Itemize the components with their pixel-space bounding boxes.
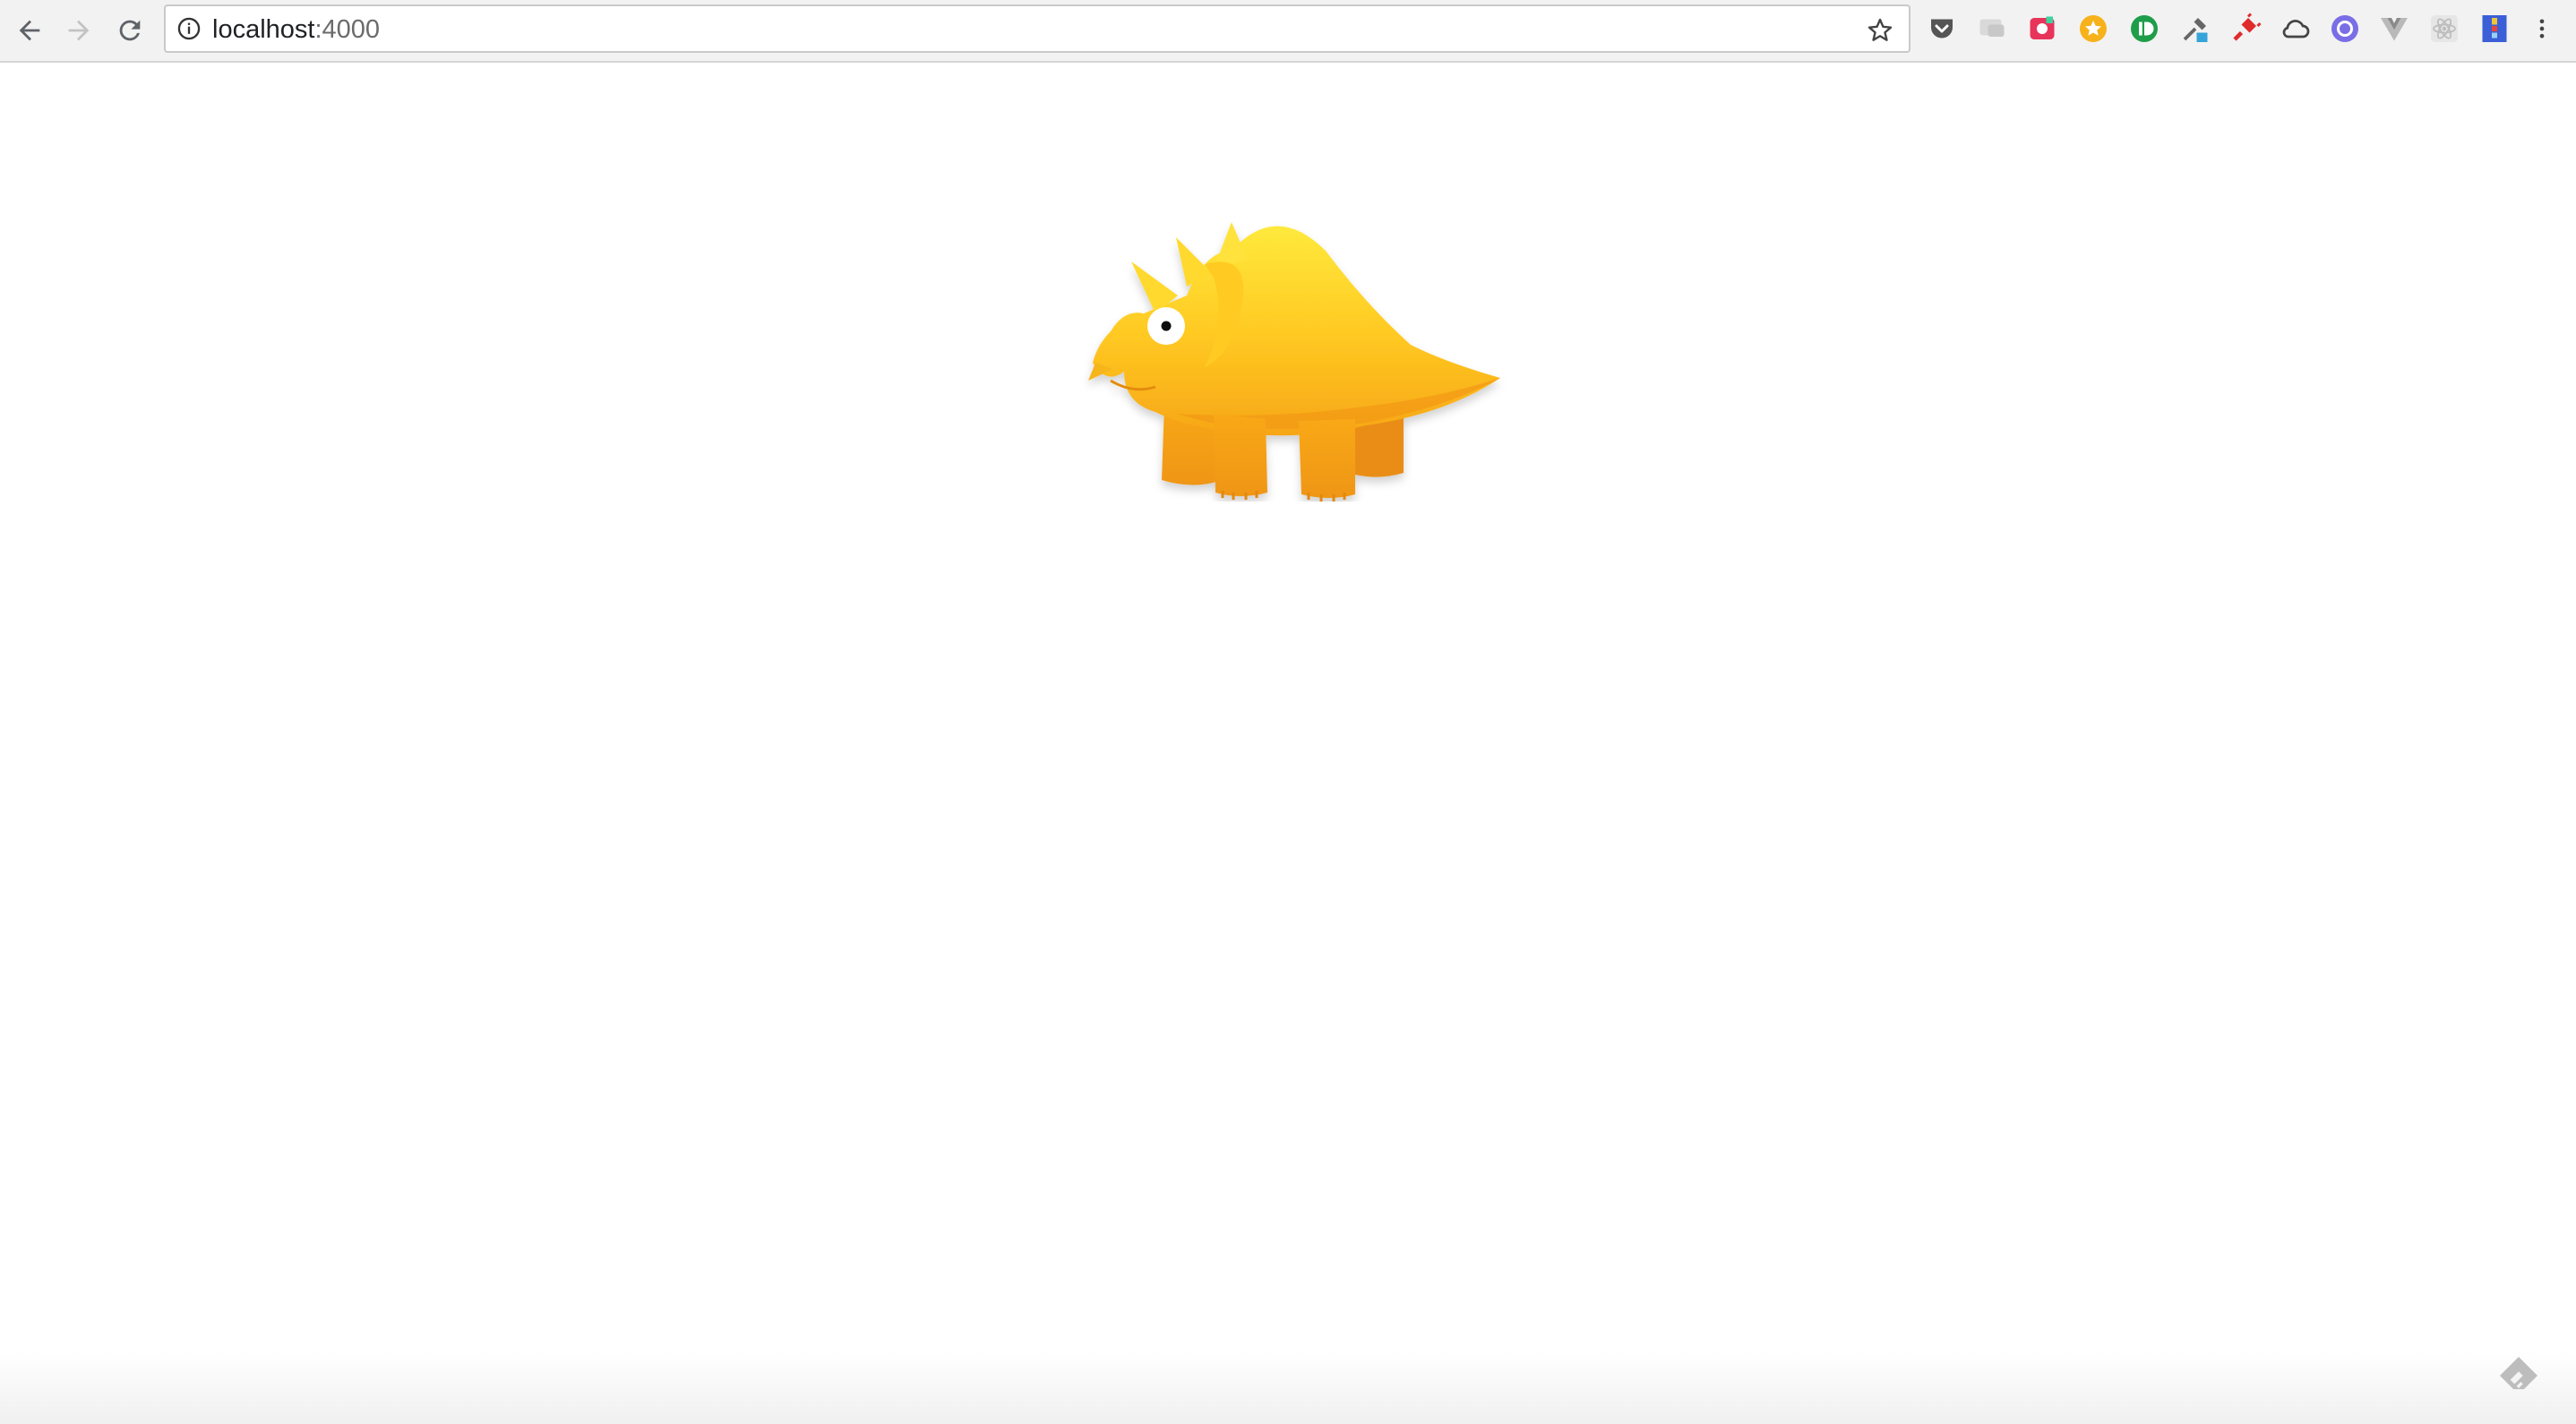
back-button[interactable] bbox=[8, 9, 51, 52]
forward-button[interactable] bbox=[57, 9, 100, 52]
red-square-icon[interactable] bbox=[2026, 13, 2058, 45]
page-content bbox=[0, 63, 2576, 1424]
react-icon[interactable] bbox=[2428, 13, 2460, 45]
info-icon[interactable] bbox=[176, 16, 202, 41]
orange-star-icon[interactable] bbox=[2077, 13, 2109, 45]
url-text[interactable]: localhost:4000 bbox=[212, 14, 380, 45]
arrow-right-icon bbox=[68, 20, 90, 41]
arrow-left-icon bbox=[19, 20, 40, 41]
chat-bubble-icon[interactable] bbox=[1976, 13, 2008, 45]
reload-icon bbox=[119, 20, 141, 41]
triceratops-illustration bbox=[1088, 222, 1500, 502]
cloud-icon[interactable] bbox=[2279, 13, 2311, 45]
bottom-shadow bbox=[0, 1352, 2576, 1424]
star-outline-icon[interactable] bbox=[1866, 16, 1894, 45]
url-host: localhost bbox=[212, 15, 315, 44]
vue-icon[interactable] bbox=[2378, 13, 2410, 45]
reload-button[interactable] bbox=[108, 9, 151, 52]
feedly-icon[interactable] bbox=[2494, 1351, 2544, 1401]
address-bar[interactable]: localhost:4000 bbox=[164, 4, 1911, 53]
url-port: :4000 bbox=[314, 15, 381, 44]
dino-front-leg bbox=[1214, 414, 1267, 496]
eyedropper-icon[interactable] bbox=[2179, 13, 2211, 45]
red-plug-icon[interactable] bbox=[2229, 13, 2262, 45]
green-id-icon[interactable] bbox=[2128, 13, 2160, 45]
purple-circle-icon[interactable] bbox=[2329, 13, 2361, 45]
three-dots-vertical-icon bbox=[2539, 19, 2545, 39]
chrome-menu-button[interactable] bbox=[2529, 13, 2555, 45]
browser-toolbar: localhost:4000 bbox=[0, 0, 2576, 63]
pocket-icon[interactable] bbox=[1926, 13, 1958, 45]
dino-front-leg bbox=[1299, 419, 1355, 498]
blue-book-icon[interactable] bbox=[2478, 13, 2511, 45]
